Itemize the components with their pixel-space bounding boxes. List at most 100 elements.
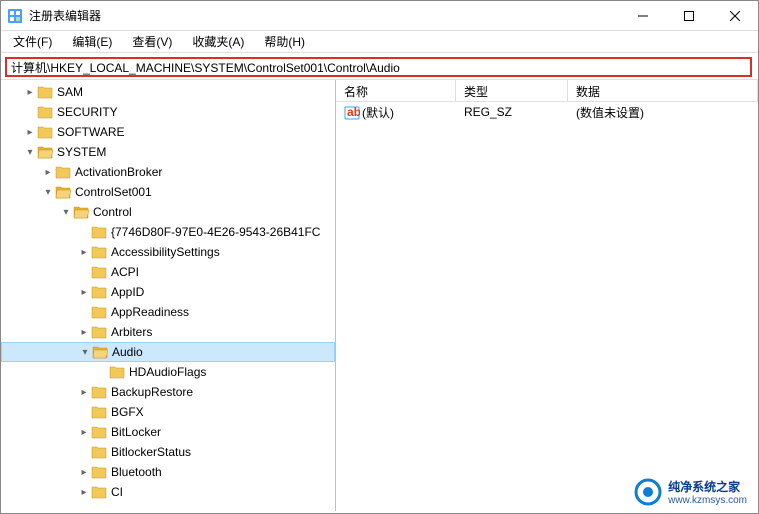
- tree-node[interactable]: ▸ CI: [1, 482, 335, 502]
- tree-label: HDAudioFlags: [129, 365, 206, 379]
- tree-node[interactable]: ▾ SYSTEM: [1, 142, 335, 162]
- tree-node[interactable]: ▸ AppID: [1, 282, 335, 302]
- string-value-icon: ab: [344, 106, 360, 120]
- tree-label: SYSTEM: [57, 145, 106, 159]
- menu-view[interactable]: 查看(V): [124, 31, 180, 52]
- tree-node[interactable]: HDAudioFlags: [1, 362, 335, 382]
- expander-icon[interactable]: ▾: [41, 187, 55, 198]
- expander-icon[interactable]: ▸: [23, 127, 37, 138]
- expander-icon[interactable]: ▸: [77, 247, 91, 258]
- menu-edit[interactable]: 编辑(E): [64, 31, 120, 52]
- expander-icon[interactable]: ▾: [59, 207, 73, 218]
- tree-node[interactable]: ▸BitLocker: [1, 422, 335, 442]
- watermark-icon: [634, 478, 662, 506]
- expander-icon[interactable]: ▾: [78, 347, 92, 358]
- folder-icon: [91, 285, 107, 299]
- window-title: 注册表编辑器: [29, 7, 620, 24]
- tree-node[interactable]: ▸ Arbiters: [1, 322, 335, 342]
- tree-label: AppID: [111, 285, 144, 299]
- tree-node[interactable]: ▾ControlSet001: [1, 182, 335, 202]
- cell-name: ab(默认): [336, 102, 456, 123]
- maximize-button[interactable]: [666, 1, 712, 31]
- tree-label: {7746D80F-97E0-4E26-9543-26B41FC: [111, 225, 320, 239]
- folder-icon: [92, 345, 108, 359]
- address-bar[interactable]: 计算机\HKEY_LOCAL_MACHINE\SYSTEM\ControlSet…: [5, 57, 752, 77]
- tree-node[interactable]: ▸ ActivationBroker: [1, 162, 335, 182]
- column-data[interactable]: 数据: [568, 80, 758, 101]
- expander-icon[interactable]: ▸: [23, 87, 37, 98]
- cell-type: REG_SZ: [456, 103, 568, 121]
- tree-label: BackupRestore: [111, 385, 193, 399]
- folder-icon: [91, 425, 107, 439]
- tree-node[interactable]: ▸ SOFTWARE: [1, 122, 335, 142]
- watermark-url: www.kzmsys.com: [668, 495, 747, 506]
- list-row[interactable]: ab(默认)REG_SZ(数值未设置): [336, 102, 758, 122]
- list-view[interactable]: 名称 类型 数据 ab(默认)REG_SZ(数值未设置): [336, 80, 758, 511]
- folder-icon: [55, 165, 71, 179]
- window-buttons: [620, 1, 758, 30]
- folder-icon: [91, 485, 107, 499]
- menubar: 文件(F) 编辑(E) 查看(V) 收藏夹(A) 帮助(H): [1, 31, 758, 53]
- menu-help[interactable]: 帮助(H): [256, 31, 313, 52]
- folder-icon: [37, 105, 53, 119]
- address-text: 计算机\HKEY_LOCAL_MACHINE\SYSTEM\ControlSet…: [11, 59, 400, 76]
- tree-label: Control: [93, 205, 132, 219]
- expander-icon[interactable]: ▸: [77, 387, 91, 398]
- expander-icon[interactable]: ▸: [77, 327, 91, 338]
- expander-icon[interactable]: ▾: [23, 147, 37, 158]
- svg-text:ab: ab: [347, 106, 360, 119]
- maximize-icon: [684, 11, 694, 21]
- folder-icon: [37, 125, 53, 139]
- menu-favorites[interactable]: 收藏夹(A): [184, 31, 252, 52]
- tree-node[interactable]: AppReadiness: [1, 302, 335, 322]
- tree-node[interactable]: BitlockerStatus: [1, 442, 335, 462]
- tree-node[interactable]: ▾Audio: [1, 342, 335, 362]
- folder-icon: [91, 305, 107, 319]
- folder-icon: [91, 385, 107, 399]
- tree-view[interactable]: ▸SAMSECURITY▸SOFTWARE▾SYSTEM▸ActivationB…: [1, 80, 336, 511]
- tree-node[interactable]: ▸ BackupRestore: [1, 382, 335, 402]
- folder-icon: [91, 225, 107, 239]
- titlebar[interactable]: 注册表编辑器: [1, 1, 758, 31]
- menu-file[interactable]: 文件(F): [5, 31, 60, 52]
- folder-icon: [91, 265, 107, 279]
- main-area: ▸SAMSECURITY▸SOFTWARE▾SYSTEM▸ActivationB…: [1, 79, 758, 511]
- tree-label: CI: [111, 485, 123, 499]
- tree-node[interactable]: ▾ Control: [1, 202, 335, 222]
- tree-node[interactable]: ▸ SAM: [1, 82, 335, 102]
- tree-label: BGFX: [111, 405, 144, 419]
- folder-icon: [91, 245, 107, 259]
- tree-node[interactable]: SECURITY: [1, 102, 335, 122]
- column-type[interactable]: 类型: [456, 80, 568, 101]
- expander-icon[interactable]: ▸: [77, 287, 91, 298]
- tree-label: ActivationBroker: [75, 165, 162, 179]
- tree-label: SOFTWARE: [57, 125, 125, 139]
- tree-node[interactable]: {7746D80F-97E0-4E26-9543-26B41FC: [1, 222, 335, 242]
- tree-node[interactable]: ▸ Bluetooth: [1, 462, 335, 482]
- minimize-button[interactable]: [620, 1, 666, 31]
- watermark: 纯净系统之家 www.kzmsys.com: [634, 478, 747, 506]
- expander-icon[interactable]: ▸: [77, 487, 91, 498]
- tree-node[interactable]: ▸AccessibilitySettings: [1, 242, 335, 262]
- folder-icon: [73, 205, 89, 219]
- close-button[interactable]: [712, 1, 758, 31]
- column-name[interactable]: 名称: [336, 80, 456, 101]
- expander-icon[interactable]: ▸: [77, 467, 91, 478]
- expander-icon[interactable]: ▸: [77, 427, 91, 438]
- folder-icon: [55, 185, 71, 199]
- tree-node[interactable]: BGFX: [1, 402, 335, 422]
- folder-icon: [91, 405, 107, 419]
- close-icon: [730, 11, 740, 21]
- tree-label: Bluetooth: [111, 465, 162, 479]
- tree-label: AppReadiness: [111, 305, 189, 319]
- folder-icon: [91, 465, 107, 479]
- list-header: 名称 类型 数据: [336, 80, 758, 102]
- tree-label: Arbiters: [111, 325, 152, 339]
- list-body: ab(默认)REG_SZ(数值未设置): [336, 102, 758, 122]
- tree-label: SAM: [57, 85, 83, 99]
- folder-icon: [37, 145, 53, 159]
- folder-icon: [91, 325, 107, 339]
- expander-icon[interactable]: ▸: [41, 167, 55, 178]
- tree-node[interactable]: ACPI: [1, 262, 335, 282]
- minimize-icon: [638, 11, 648, 21]
